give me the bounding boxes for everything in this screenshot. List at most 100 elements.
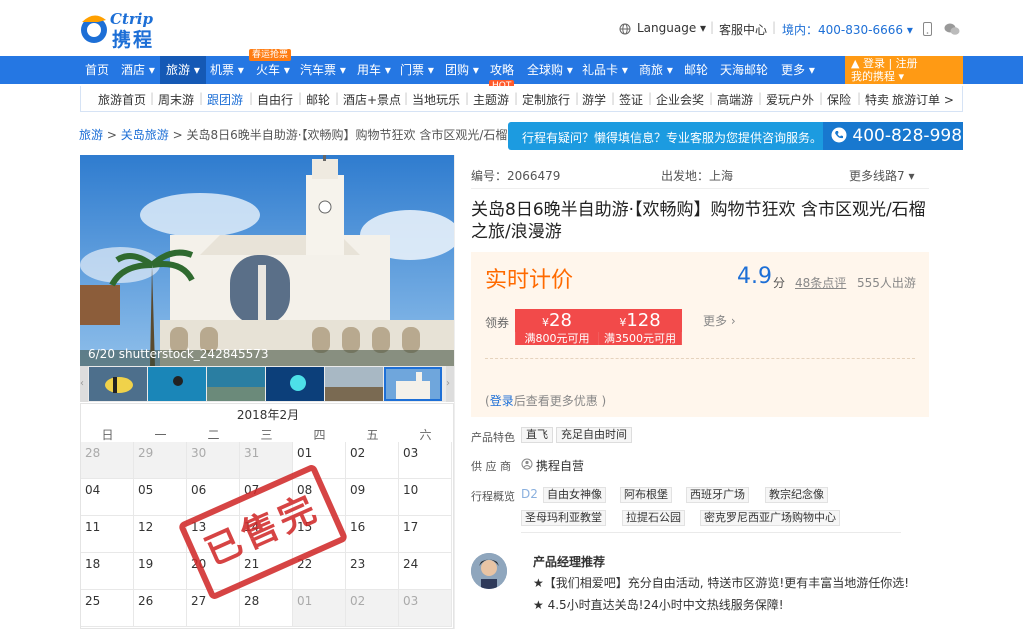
travel-orders-link[interactable]: 旅游订单 >: [892, 91, 954, 108]
service-center-link[interactable]: 客服中心: [719, 21, 767, 38]
calendar-day[interactable]: 18: [81, 553, 134, 590]
page-scrollbar[interactable]: [940, 160, 946, 620]
coupon-128[interactable]: ¥128 满3500元可用: [598, 309, 682, 345]
travelers-count: 555人出游: [857, 276, 916, 290]
weekday-label: 日: [101, 428, 114, 442]
calendar-day[interactable]: 02: [346, 442, 399, 479]
calendar-day[interactable]: 10: [399, 479, 452, 516]
nav-flight[interactable]: 机票 ▾: [210, 56, 244, 84]
mobile-icon[interactable]: [923, 22, 932, 36]
subnav-item[interactable]: 邮轮: [306, 91, 330, 108]
calendar-day[interactable]: 04: [81, 479, 134, 516]
photo-thumbnails: ‹ ›: [80, 366, 454, 402]
login-link[interactable]: 登录: [490, 394, 514, 408]
calendar-month: 2018年2月: [236, 408, 300, 422]
nav-hotel[interactable]: 酒店 ▾: [121, 56, 155, 84]
subnav-item[interactable]: 周末游: [158, 91, 194, 108]
subnav-item[interactable]: 旅游首页: [98, 91, 146, 108]
weekday-label: 四: [313, 428, 326, 442]
church-thumbnail-image: [386, 369, 440, 399]
calendar-day[interactable]: 16: [346, 516, 399, 553]
coupon-28[interactable]: ¥28 满800元可用: [515, 309, 599, 345]
thumb-prev-icon[interactable]: ‹: [80, 366, 88, 402]
language-menu[interactable]: Language ▾: [637, 21, 706, 35]
itinerary-stop[interactable]: 圣母玛利亚教堂: [521, 510, 606, 526]
calendar-day[interactable]: 02: [346, 590, 399, 627]
thumbnail-diver[interactable]: [148, 367, 206, 401]
ctrip-logo[interactable]: Ctrip 携程: [78, 10, 170, 51]
itinerary-stop[interactable]: 阿布根堡: [620, 487, 672, 503]
subnav-item[interactable]: 高端游: [717, 91, 753, 108]
nav-business[interactable]: 商旅 ▾: [639, 56, 673, 84]
reef-thumbnail-image: [207, 367, 265, 401]
more-coupons-link[interactable]: 更多 ›: [703, 312, 736, 329]
calendar-day[interactable]: 30: [187, 442, 240, 479]
calendar-day[interactable]: 29: [134, 442, 187, 479]
subnav-item[interactable]: 游学: [582, 91, 606, 108]
subnav-item[interactable]: 主题游: [473, 91, 509, 108]
itinerary-stop[interactable]: 拉提石公园: [622, 510, 685, 526]
thumbnail-underwater[interactable]: [266, 367, 324, 401]
nav-giftcard[interactable]: 礼品卡 ▾: [582, 56, 628, 84]
itinerary-stop[interactable]: 教宗纪念像: [765, 487, 828, 503]
subnav-item[interactable]: 特卖: [865, 91, 889, 108]
itinerary-stop[interactable]: 密克罗尼西亚广场购物中心: [700, 510, 840, 526]
calendar-day[interactable]: 28: [240, 590, 293, 627]
subnav-item[interactable]: 酒店+景点: [343, 91, 401, 108]
nav-travel[interactable]: 旅游 ▾: [160, 56, 206, 84]
nav-global[interactable]: 全球购 ▾: [527, 56, 573, 84]
nav-cruise[interactable]: 邮轮: [684, 56, 708, 84]
calendar-day[interactable]: 24: [399, 553, 452, 590]
wechat-icon[interactable]: [944, 23, 960, 36]
thumb-next-icon[interactable]: ›: [446, 366, 454, 402]
help-phone[interactable]: 400-828-9986: [823, 122, 973, 150]
subnav-item[interactable]: 自由行: [257, 91, 293, 108]
itinerary-stop[interactable]: 自由女神像: [543, 487, 606, 503]
nav-tickets[interactable]: 门票 ▾: [400, 56, 434, 84]
calendar-day[interactable]: 19: [134, 553, 187, 590]
subnav-item[interactable]: 当地玩乐: [412, 91, 460, 108]
calendar-day[interactable]: 25: [81, 590, 134, 627]
calendar-day[interactable]: 26: [134, 590, 187, 627]
calendar-day[interactable]: 05: [134, 479, 187, 516]
reviews-link[interactable]: 48条点评: [795, 274, 846, 291]
subnav-item[interactable]: 保险: [827, 91, 851, 108]
thumbnail-reef[interactable]: [207, 367, 265, 401]
itinerary-stop[interactable]: 西班牙广场: [686, 487, 749, 503]
coupon-amount: ¥128: [598, 309, 682, 332]
calendar-day[interactable]: 17: [399, 516, 452, 553]
nav-home[interactable]: 首页: [85, 56, 109, 84]
nav-tianhai-cruise[interactable]: 天海邮轮: [720, 56, 768, 84]
subnav-item[interactable]: 企业会奖: [656, 91, 704, 108]
calendar-day[interactable]: 09: [346, 479, 399, 516]
calendar-day[interactable]: 28: [81, 442, 134, 479]
breadcrumb-travel[interactable]: 旅游: [79, 128, 103, 142]
my-ctrip-link[interactable]: 我的携程: [851, 70, 895, 83]
subnav-item[interactable]: 签证: [619, 91, 643, 108]
thumbnail-church-selected[interactable]: [384, 367, 442, 401]
calendar-day[interactable]: 03: [399, 442, 452, 479]
login-box[interactable]: ▲ 登录 | 注册 我的携程 ▾: [845, 56, 963, 84]
thumbnail-cannon[interactable]: [325, 367, 383, 401]
nav-car[interactable]: 用车 ▾: [357, 56, 391, 84]
login-register-link[interactable]: 登录 | 注册: [863, 57, 918, 70]
more-routes-dropdown[interactable]: 更多线路7 ▾: [849, 167, 914, 184]
breadcrumb-guam[interactable]: 关岛旅游: [121, 128, 169, 142]
subnav-item[interactable]: 定制旅行: [522, 91, 570, 108]
calendar-day[interactable]: 01: [293, 590, 346, 627]
calendar-day[interactable]: 23: [346, 553, 399, 590]
product-photo[interactable]: 6/20 shutterstock_242845573: [80, 155, 454, 367]
nav-bus[interactable]: 汽车票 ▾: [300, 56, 346, 84]
calendar-day[interactable]: 11: [81, 516, 134, 553]
calendar-day[interactable]: 12: [134, 516, 187, 553]
subnav-item-active[interactable]: 跟团游: [207, 91, 243, 108]
calendar-day[interactable]: 31: [240, 442, 293, 479]
thumbnail-fish[interactable]: [89, 367, 147, 401]
top-header: Ctrip 携程 Language ▾ | 客服中心 | 境内：400-830-…: [0, 0, 1023, 56]
hotline-menu[interactable]: 境内：400-830-6666 ▾: [782, 21, 913, 38]
nav-more[interactable]: 更多 ▾: [781, 56, 815, 84]
subnav-item[interactable]: 爱玩户外: [766, 91, 814, 108]
phone-icon: [831, 127, 847, 143]
nav-groupbuy[interactable]: 团购 ▾: [445, 56, 479, 84]
calendar-day[interactable]: 03: [399, 590, 452, 627]
